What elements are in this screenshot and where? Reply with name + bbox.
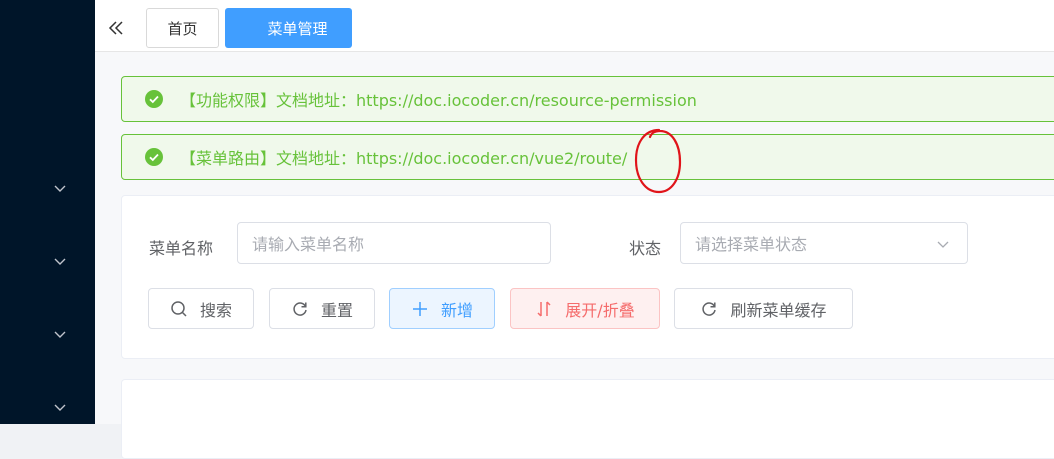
menu-name-placeholder: 请输入菜单名称 (252, 235, 365, 254)
main-area: 首页 菜单管理 【功能权限】文档地址：https://doc.iocoder.c… (95, 0, 1054, 459)
chevron-down-icon (935, 236, 951, 252)
add-button[interactable]: 新增 (389, 288, 495, 329)
status-label: 状态 (629, 239, 662, 258)
tab-menu-management-label: 菜单管理 (267, 19, 328, 38)
double-chevron-left-icon[interactable] (106, 18, 126, 38)
status-select[interactable]: 请选择菜单状态 (680, 222, 968, 264)
tab-menu-management[interactable]: 菜单管理 (225, 8, 352, 48)
sort-arrows-icon (537, 300, 551, 317)
reset-button[interactable]: 重置 (269, 288, 375, 329)
search-icon (171, 300, 187, 317)
refresh-icon (702, 301, 717, 316)
chevron-down-icon[interactable] (52, 253, 68, 269)
sidebar (0, 0, 95, 424)
chevron-down-icon[interactable] (52, 399, 68, 415)
check-circle-icon (145, 90, 163, 108)
search-button[interactable]: 搜索 (148, 288, 254, 329)
check-circle-icon (145, 148, 163, 166)
status-placeholder: 请选择菜单状态 (695, 235, 808, 254)
tab-home[interactable]: 首页 (146, 8, 219, 48)
menu-name-input[interactable]: 请输入菜单名称 (237, 222, 551, 264)
chevron-down-icon[interactable] (52, 326, 68, 342)
alert-text[interactable]: 【功能权限】文档地址：https://doc.iocoder.cn/resour… (180, 87, 697, 111)
refresh-icon (293, 301, 307, 316)
tab-home-label: 首页 (167, 19, 198, 38)
refresh-cache-button[interactable]: 刷新菜单缓存 (674, 288, 853, 329)
doc-alert-permission: 【功能权限】文档地址：https://doc.iocoder.cn/resour… (121, 76, 1054, 122)
search-form-card: 菜单名称 请输入菜单名称 状态 请选择菜单状态 搜索 重置 新增 展开/折叠 刷… (121, 195, 1054, 359)
expand-collapse-button-label: 展开/折叠 (565, 300, 635, 320)
page-content: 【功能权限】文档地址：https://doc.iocoder.cn/resour… (95, 52, 1054, 459)
alert-text[interactable]: 【菜单路由】文档地址：https://doc.iocoder.cn/vue2/r… (180, 145, 627, 169)
refresh-cache-button-label: 刷新菜单缓存 (730, 300, 827, 320)
doc-alert-route: 【菜单路由】文档地址：https://doc.iocoder.cn/vue2/r… (121, 134, 1054, 180)
plus-icon (412, 301, 427, 316)
reset-button-label: 重置 (320, 300, 353, 320)
menu-table-card (121, 379, 1054, 459)
search-button-label: 搜索 (199, 300, 232, 320)
expand-collapse-button[interactable]: 展开/折叠 (510, 288, 660, 329)
add-button-label: 新增 (440, 300, 473, 320)
menu-name-label: 菜单名称 (149, 239, 214, 258)
chevron-down-icon[interactable] (52, 180, 68, 196)
tags-view-bar: 首页 菜单管理 (95, 0, 1054, 52)
